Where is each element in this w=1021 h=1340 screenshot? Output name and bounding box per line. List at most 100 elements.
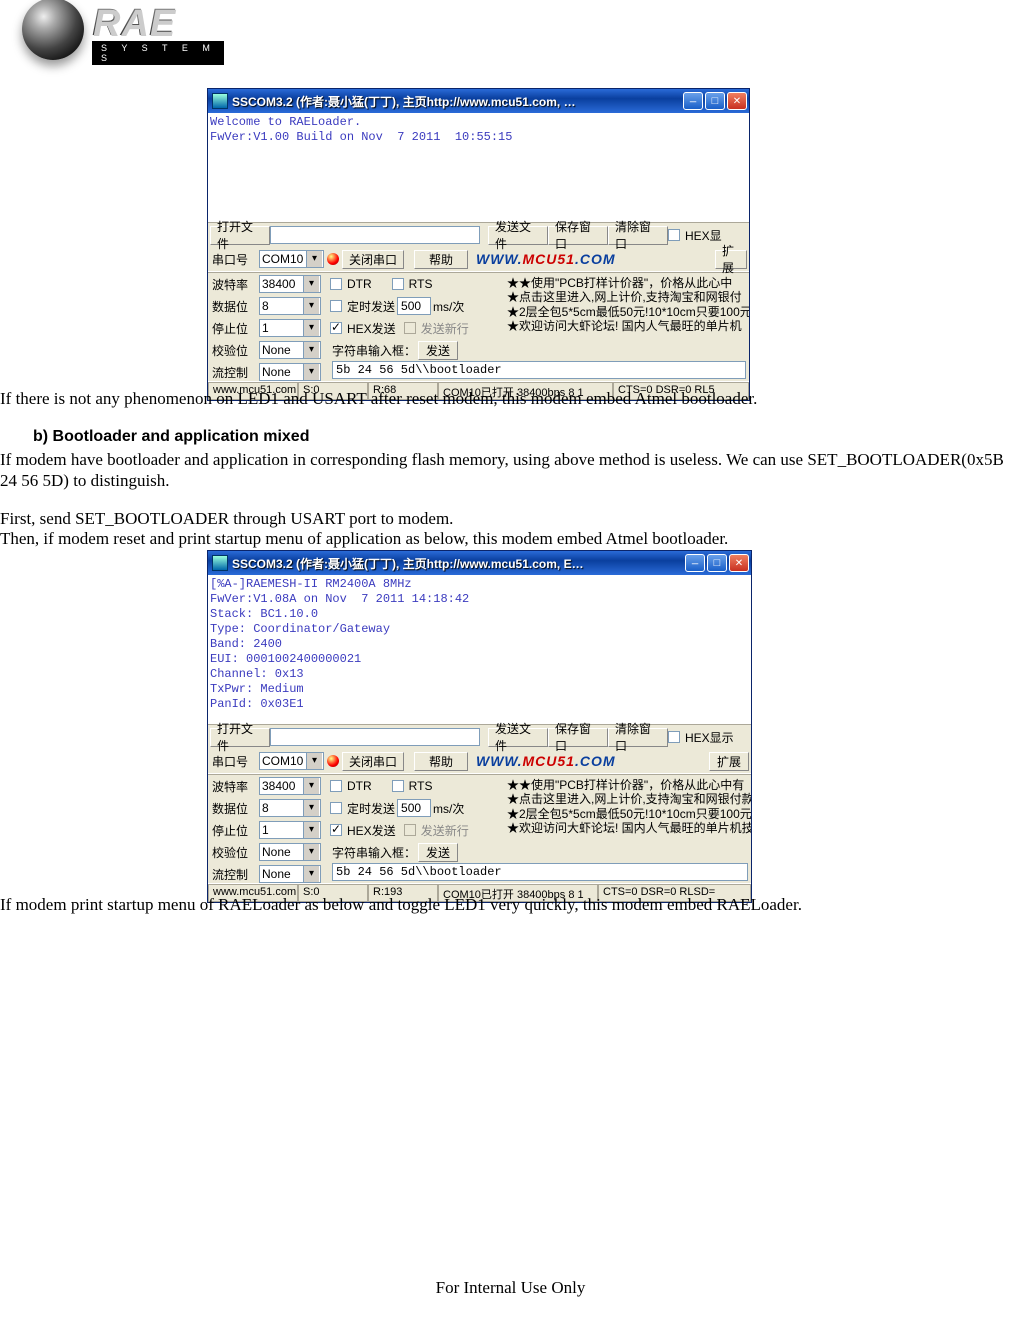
logo-subbrand: S Y S T E M S [92,41,224,65]
expand-button[interactable]: 扩展 [715,250,747,269]
flow-label: 流控制 [212,364,257,381]
brand-www: WWW. [476,753,523,769]
port-status-led-icon [327,253,339,265]
filename-input[interactable] [270,226,480,244]
ms-per-label: ms/次 [433,298,464,315]
com-port-combo[interactable]: COM10 [259,752,324,770]
window-title: SSCOM3.2 (作者:聂小猛(丁丁), 主页http://www.mcu51… [232,93,683,110]
clear-window-button[interactable]: 清除窗口 [608,226,668,245]
com-port-label: 串口号 [212,251,257,268]
rts-checkbox[interactable] [392,278,404,290]
timed-value-input[interactable]: 500 [397,297,431,315]
flow-label: 流控制 [212,866,257,883]
maximize-icon[interactable] [707,554,727,572]
sscom-window-1: SSCOM3.2 (作者:聂小猛(丁丁), 主页http://www.mcu51… [207,88,750,401]
logo-brand: RAE [92,2,224,45]
databits-label: 数据位 [212,800,257,817]
timed-send-checkbox[interactable] [330,802,342,814]
rts-checkbox[interactable] [392,780,404,792]
expand-button[interactable]: 扩展 [709,752,749,771]
dtr-label: DTR [347,779,372,793]
close-icon[interactable] [729,554,749,572]
flow-combo[interactable]: None [259,865,321,883]
minimize-icon[interactable] [685,554,705,572]
promo-text[interactable]: ★★使用"PCB打样计价器"，价格从此心中有 ★点击这里进入,网上计价,支持淘宝… [505,775,751,885]
titlebar[interactable]: SSCOM3.2 (作者:聂小猛(丁丁), 主页http://www.mcu51… [208,89,749,113]
stopbits-label: 停止位 [212,320,257,337]
timed-send-checkbox[interactable] [330,300,342,312]
baud-combo[interactable]: 38400 [259,777,321,795]
terminal-output[interactable]: [%A-]RAEMESH-II RM2400A 8MHz FwVer:V1.08… [208,575,751,723]
paragraph-3: First, send SET_BOOTLOADER through USART… [0,508,1021,529]
close-port-button[interactable]: 关闭串口 [342,752,404,771]
help-button[interactable]: 帮助 [414,752,468,771]
send-button[interactable]: 发送 [418,341,458,360]
input-box-label: 字符串输入框： [332,844,416,861]
databits-label: 数据位 [212,298,257,315]
brand-mcu51: MCU51 [523,753,575,769]
stopbits-combo[interactable]: 1 [259,319,321,337]
hex-send-label: HEX发送 [347,822,396,839]
dtr-label: DTR [347,277,372,291]
brand-com: .COM [575,753,616,769]
open-file-button[interactable]: 打开文件 [210,728,270,747]
close-port-button[interactable]: 关闭串口 [342,250,404,269]
brand-www: WWW. [476,251,523,267]
logo-sphere-icon [22,0,84,60]
baud-combo[interactable]: 38400 [259,275,321,293]
terminal-output[interactable]: Welcome to RAELoader. FwVer:V1.00 Build … [208,113,749,221]
brand-link[interactable]: WWW.MCU51.COM [476,753,616,769]
com-port-label: 串口号 [212,753,257,770]
port-status-led-icon [327,755,339,767]
parity-combo[interactable]: None [259,843,321,861]
rts-label: RTS [409,779,433,793]
databits-combo[interactable]: 8 [259,297,321,315]
com-port-combo[interactable]: COM10 [259,250,324,268]
ms-per-label: ms/次 [433,800,464,817]
hex-send-checkbox[interactable] [330,322,342,334]
clear-window-button[interactable]: 清除窗口 [608,728,668,747]
send-file-button[interactable]: 发送文件 [488,728,548,747]
titlebar[interactable]: SSCOM3.2 (作者:聂小猛(丁丁), 主页http://www.mcu51… [208,551,751,575]
send-newline-label: 发送新行 [421,822,469,839]
send-newline-checkbox [404,824,416,836]
save-window-button[interactable]: 保存窗口 [548,226,608,245]
parity-label: 校验位 [212,342,257,359]
minimize-icon[interactable] [683,92,703,110]
timed-value-input[interactable]: 500 [397,799,431,817]
brand-com: .COM [575,251,616,267]
hex-show-checkbox[interactable] [668,229,680,241]
maximize-icon[interactable] [705,92,725,110]
close-icon[interactable] [727,92,747,110]
paragraph-4: Then, if modem reset and print startup m… [0,528,1021,549]
send-file-button[interactable]: 发送文件 [488,226,548,245]
open-file-button[interactable]: 打开文件 [210,226,270,245]
stopbits-combo[interactable]: 1 [259,821,321,839]
save-window-button[interactable]: 保存窗口 [548,728,608,747]
help-button[interactable]: 帮助 [414,250,468,269]
window-title: SSCOM3.2 (作者:聂小猛(丁丁), 主页http://www.mcu51… [232,555,685,572]
input-box-label: 字符串输入框： [332,342,416,359]
hex-show-label: HEX显示 [685,729,734,746]
dtr-checkbox[interactable] [330,780,342,792]
send-button[interactable]: 发送 [418,843,458,862]
databits-combo[interactable]: 8 [259,799,321,817]
parity-combo[interactable]: None [259,341,321,359]
hex-show-checkbox[interactable] [668,731,680,743]
stopbits-label: 停止位 [212,822,257,839]
timed-send-label: 定时发送 [347,800,395,817]
flow-combo[interactable]: None [259,363,321,381]
promo-text[interactable]: ★★使用"PCB打样计价器"，价格从此心中 ★点击这里进入,网上计价,支持淘宝和… [505,273,749,383]
baud-label: 波特率 [212,276,257,293]
dtr-checkbox[interactable] [330,278,342,290]
parity-label: 校验位 [212,844,257,861]
hex-send-label: HEX发送 [347,320,396,337]
hex-send-checkbox[interactable] [330,824,342,836]
send-newline-checkbox [404,322,416,334]
rts-label: RTS [409,277,433,291]
brand-link[interactable]: WWW.MCU51.COM [476,251,616,267]
filename-input[interactable] [270,728,480,746]
sscom-window-2: SSCOM3.2 (作者:聂小猛(丁丁), 主页http://www.mcu51… [207,550,752,903]
brand-mcu51: MCU51 [523,251,575,267]
baud-label: 波特率 [212,778,257,795]
